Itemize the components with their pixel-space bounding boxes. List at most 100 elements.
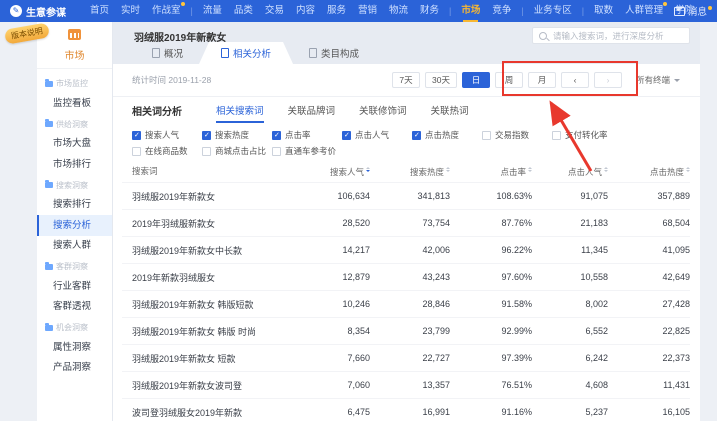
column-header-点击率[interactable]: 点击率 — [454, 160, 536, 183]
nav-item-服务[interactable]: 服务 — [327, 0, 346, 22]
column-header-搜索热度[interactable]: 搜索热度 — [374, 160, 454, 183]
nav-item-实时[interactable]: 实时 — [121, 0, 140, 22]
nav-separator: | — [521, 6, 523, 16]
range-button-7天[interactable]: 7天 — [392, 72, 420, 89]
checkbox-搜索人气[interactable] — [132, 131, 141, 140]
cell-search-term: 羽绒服2019年新款女 韩版 时尚 — [122, 318, 304, 345]
nav-item-财务[interactable]: 财务 — [420, 0, 439, 22]
search-input[interactable] — [551, 30, 683, 42]
document-icon — [152, 48, 160, 58]
sidebar-item-客群透视[interactable]: 客群透视 — [37, 297, 112, 318]
table-row: 羽绒服2019年新款女 短款7,66022,72797.39%6,24222,3… — [122, 345, 690, 372]
cell-value: 96.22% — [454, 237, 536, 264]
tab-概况[interactable]: 概况 — [136, 42, 199, 64]
sidebar-item-属性洞察[interactable]: 属性洞察 — [37, 337, 112, 358]
sidebar-title: 市场 — [37, 47, 112, 62]
range-button-月[interactable]: 月 — [528, 72, 556, 89]
sidebar-item-行业客群[interactable]: 行业客群 — [37, 276, 112, 297]
main-header: 羽绒服2019年新款女 概况相关分析类目构成 — [112, 22, 700, 64]
nav-item-交易[interactable]: 交易 — [265, 0, 284, 22]
metric-支付转化率[interactable]: 支付转化率 — [552, 129, 622, 141]
sidebar-item-搜索人群[interactable]: 搜索人群 — [37, 236, 112, 257]
nav-item-业务专区[interactable]: 业务专区 — [534, 0, 572, 22]
sidebar-group-供给洞察: 供给洞察 — [37, 114, 112, 134]
metric-点击热度[interactable]: 点击热度 — [412, 129, 482, 141]
column-header-点击人气[interactable]: 点击人气 — [536, 160, 612, 183]
metric-交易指数[interactable]: 交易指数 — [482, 129, 552, 141]
metric-直通车参考价[interactable]: 直通车参考价 — [272, 145, 342, 157]
range-button-日[interactable]: 日 — [462, 72, 490, 89]
tab-相关分析[interactable]: 相关分析 — [199, 42, 293, 64]
sidebar-item-监控看板[interactable]: 监控看板 — [37, 93, 112, 114]
sidebar-item-市场排行[interactable]: 市场排行 — [37, 154, 112, 175]
checkbox-交易指数[interactable] — [482, 131, 491, 140]
sort-icon-点击率[interactable] — [528, 165, 532, 174]
nav-separator: | — [191, 6, 193, 16]
checkbox-在线商品数[interactable] — [132, 147, 141, 156]
nav-item-人群管理[interactable]: 人群管理 — [625, 0, 663, 22]
nav-item-作战室[interactable]: 作战室 — [152, 0, 181, 22]
sort-icon-搜索人气[interactable] — [366, 165, 370, 174]
range-button-‹[interactable]: ‹ — [561, 72, 589, 89]
metric-搜索人气[interactable]: 搜索人气 — [132, 129, 202, 141]
sort-icon-点击人气[interactable] — [604, 165, 608, 174]
nav-item-品类[interactable]: 品类 — [234, 0, 253, 22]
column-header-搜索词[interactable]: 搜索词 — [122, 160, 304, 183]
metric-点击人气[interactable]: 点击人气 — [342, 129, 412, 141]
nav-item-市场[interactable]: 市场 — [461, 0, 480, 22]
nav-item-内容[interactable]: 内容 — [296, 0, 315, 22]
range-button-周[interactable]: 周 — [495, 72, 523, 89]
cell-value: 7,060 — [304, 372, 374, 399]
analysis-row: 相关词分析 相关搜索词关联品牌词关联修饰词关联热词 — [112, 97, 700, 123]
metric-在线商品数[interactable]: 在线商品数 — [132, 145, 202, 157]
message-icon — [674, 7, 685, 16]
sort-asc-caret — [528, 165, 532, 169]
checkbox-点击率[interactable] — [272, 131, 281, 140]
nav-item-竞争[interactable]: 竞争 — [492, 0, 511, 22]
cell-value: 87.76% — [454, 210, 536, 237]
cell-value: 43,243 — [374, 264, 454, 291]
nav-item-首页[interactable]: 首页 — [90, 0, 109, 22]
results-table-wrap: 搜索词搜索人气搜索热度点击率点击人气点击热度操作 羽绒服2019年新款女106,… — [122, 160, 690, 421]
nav-item-取数[interactable]: 取数 — [594, 0, 613, 22]
sidebar-item-搜索排行[interactable]: 搜索排行 — [37, 195, 112, 216]
metric-点击率[interactable]: 点击率 — [272, 129, 342, 141]
column-header-点击热度[interactable]: 点击热度 — [612, 160, 690, 183]
subtab-相关搜索词[interactable]: 相关搜索词 — [216, 97, 264, 123]
badge-dot — [181, 2, 185, 6]
cell-value: 76.51% — [454, 372, 536, 399]
cell-value: 108.63% — [454, 183, 536, 210]
tab-类目构成[interactable]: 类目构成 — [293, 42, 375, 64]
range-button-30天[interactable]: 30天 — [425, 72, 457, 89]
cell-search-term: 羽绒服2019年新款女 — [122, 183, 304, 210]
sort-asc-caret — [366, 165, 370, 169]
metric-搜索热度[interactable]: 搜索热度 — [202, 129, 272, 141]
sort-icon-搜索热度[interactable] — [446, 165, 450, 174]
nav-item-营销[interactable]: 营销 — [358, 0, 377, 22]
subtab-关联修饰词[interactable]: 关联修饰词 — [359, 97, 407, 123]
checkbox-支付转化率[interactable] — [552, 131, 561, 140]
sort-icon-点击热度[interactable] — [686, 165, 690, 174]
column-header-搜索人气[interactable]: 搜索人气 — [304, 160, 374, 183]
stat-time-label: 统计时间 2019-11-28 — [132, 74, 211, 86]
sidebar-item-产品洞察[interactable]: 产品洞察 — [37, 358, 112, 379]
nav-item-物流[interactable]: 物流 — [389, 0, 408, 22]
sidebar-item-搜索分析[interactable]: 搜索分析 — [37, 215, 112, 236]
metric-label: 点击热度 — [425, 129, 459, 141]
metric-商城点击占比[interactable]: 商城点击占比 — [202, 145, 272, 157]
sidebar-item-市场大盘[interactable]: 市场大盘 — [37, 134, 112, 155]
checkbox-直通车参考价[interactable] — [272, 147, 281, 156]
nav-item-流量[interactable]: 流量 — [203, 0, 222, 22]
subtab-关联品牌词[interactable]: 关联品牌词 — [288, 97, 336, 123]
brand[interactable]: ✎ 生意参谋 — [10, 4, 66, 19]
nav-separator: | — [582, 6, 584, 16]
cell-value: 6,242 — [536, 345, 612, 372]
cell-value: 91.16% — [454, 399, 536, 421]
subtab-关联热词[interactable]: 关联热词 — [431, 97, 469, 123]
terminal-filter-dropdown[interactable]: 所有终端 — [636, 74, 680, 86]
checkbox-商城点击占比[interactable] — [202, 147, 211, 156]
checkbox-点击热度[interactable] — [412, 131, 421, 140]
checkbox-搜索热度[interactable] — [202, 131, 211, 140]
messages-button[interactable]: 消息 — [674, 4, 707, 18]
checkbox-点击人气[interactable] — [342, 131, 351, 140]
